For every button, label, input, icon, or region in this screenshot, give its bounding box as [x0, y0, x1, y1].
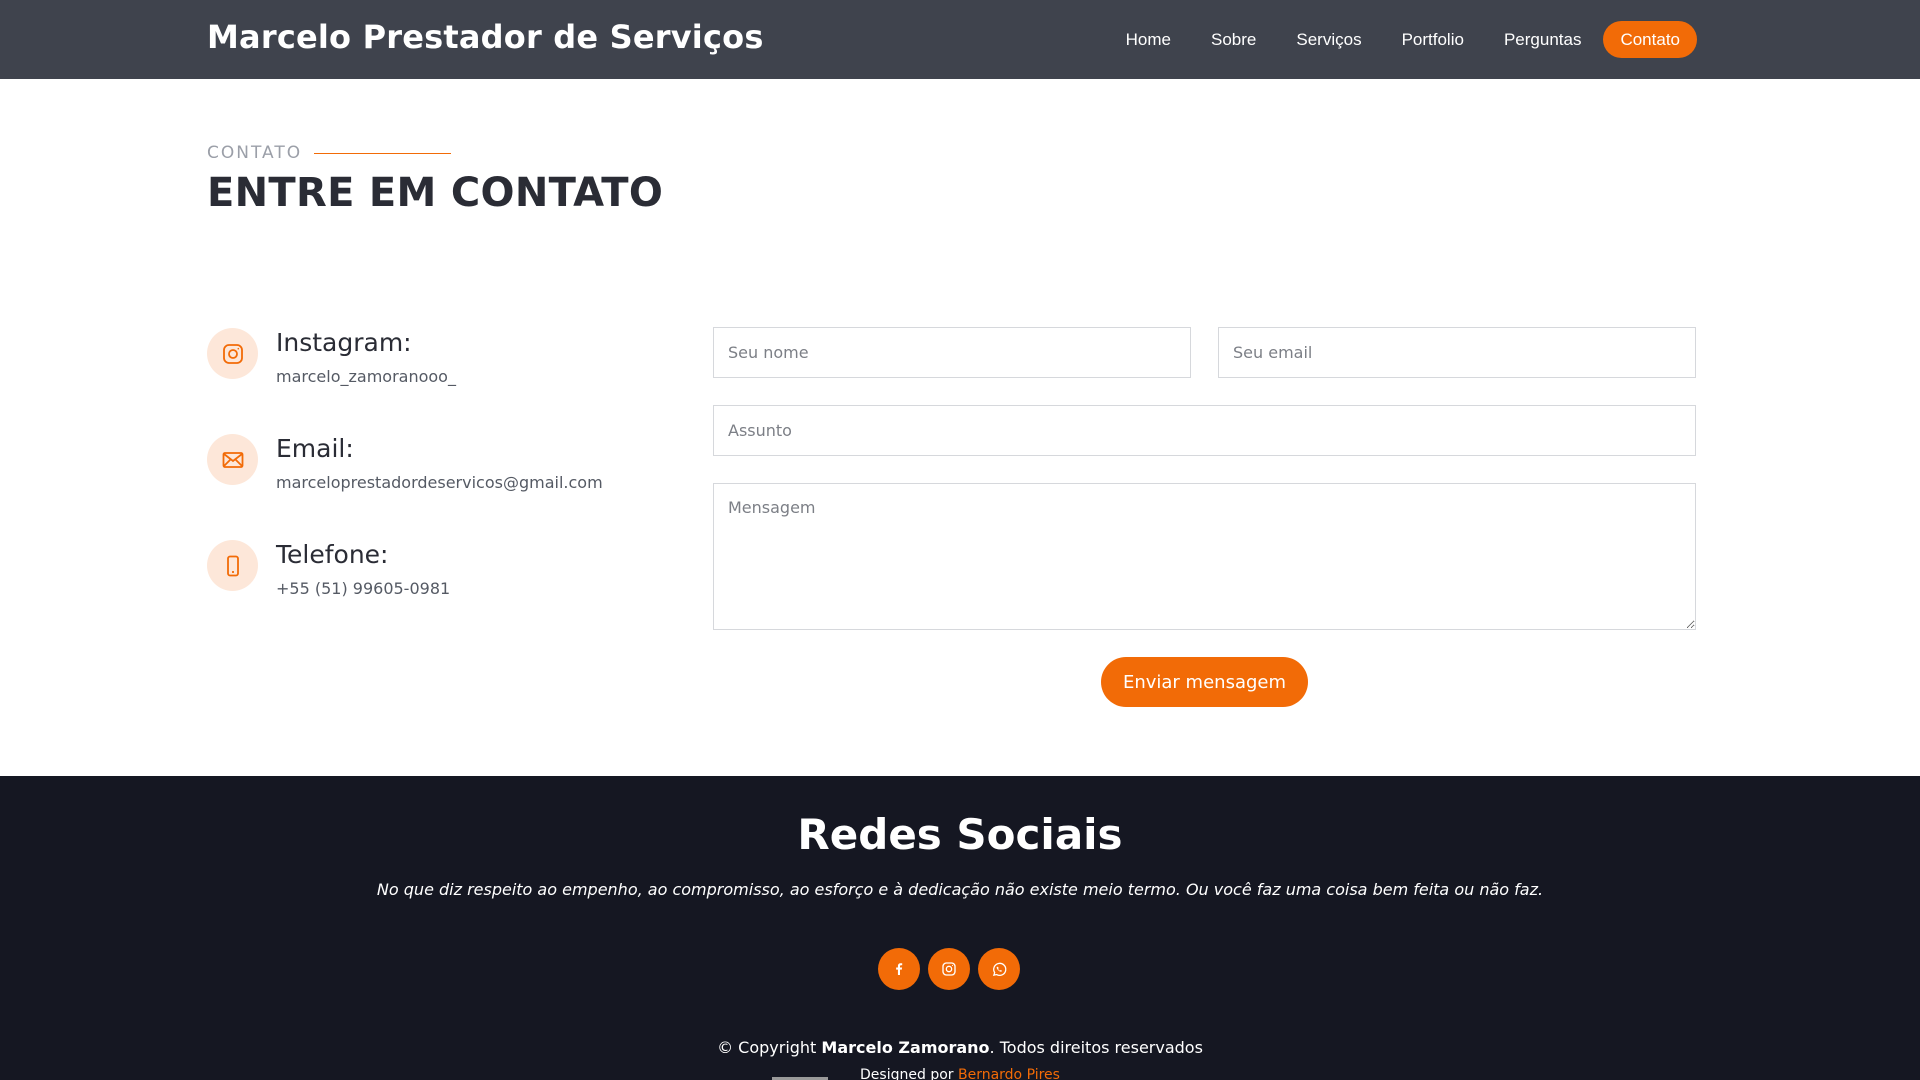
info-value: marcelo_zamoranooo_ — [276, 367, 456, 386]
email-input[interactable] — [1218, 327, 1696, 378]
nav-perguntas[interactable]: Perguntas — [1504, 21, 1582, 58]
section-eyebrow-text: CONTATO — [207, 143, 303, 163]
info-instagram: Instagram: marcelo_zamoranooo_ — [207, 328, 667, 398]
info-phone: Telefone: +55 (51) 99605-0981 — [207, 540, 667, 610]
nav-contato[interactable]: Contato — [1603, 21, 1697, 58]
brand-logo[interactable]: Marcelo Prestador de Serviços — [207, 18, 764, 56]
nav-portfolio[interactable]: Portfolio — [1402, 21, 1464, 58]
footer-quote: No que diz respeito ao empenho, ao compr… — [376, 880, 1544, 899]
nav-home[interactable]: Home — [1126, 21, 1171, 58]
info-label: Telefone: — [276, 540, 389, 569]
phone-icon — [207, 540, 258, 591]
facebook-icon[interactable] — [878, 948, 920, 990]
subject-input[interactable] — [713, 405, 1696, 456]
eyebrow-divider — [314, 152, 452, 154]
footer-title: Redes Sociais — [797, 810, 1123, 859]
info-label: Email: — [276, 434, 354, 463]
copyright: © Copyright Marcelo Zamorano. Todos dire… — [0, 1038, 1920, 1057]
instagram-icon — [207, 328, 258, 379]
send-message-button[interactable]: Enviar mensagem — [1101, 657, 1308, 707]
social-links — [878, 948, 1028, 990]
designer-link[interactable]: Bernardo Pires — [958, 1067, 1060, 1080]
designed-prefix: Designed por — [860, 1067, 954, 1080]
instagram-icon[interactable] — [928, 948, 970, 990]
main-nav: Home Sobre Serviços Portfolio Perguntas … — [1086, 21, 1697, 58]
info-email: Email: marceloprestadordeservicos@gmail.… — [207, 434, 667, 504]
nav-servicos[interactable]: Serviços — [1296, 21, 1361, 58]
copyright-suffix: . Todos direitos reservados — [989, 1038, 1203, 1057]
whatsapp-icon[interactable] — [978, 948, 1020, 990]
info-label: Instagram: — [276, 328, 412, 357]
info-value: +55 (51) 99605-0981 — [276, 579, 451, 598]
message-textarea[interactable] — [713, 483, 1696, 630]
copyright-name: Marcelo Zamorano — [821, 1038, 990, 1057]
info-value[interactable]: marceloprestadordeservicos@gmail.com — [276, 473, 603, 492]
envelope-icon — [207, 434, 258, 485]
section-eyebrow: CONTATO — [207, 143, 452, 163]
copyright-prefix: © Copyright — [717, 1038, 817, 1057]
section-title: ENTRE EM CONTATO — [207, 170, 664, 216]
nav-sobre[interactable]: Sobre — [1211, 21, 1256, 58]
designed-by: Designed por Bernardo Pires — [0, 1067, 1920, 1080]
name-input[interactable] — [713, 327, 1191, 378]
site-header: Marcelo Prestador de Serviços Home Sobre… — [0, 0, 1920, 79]
